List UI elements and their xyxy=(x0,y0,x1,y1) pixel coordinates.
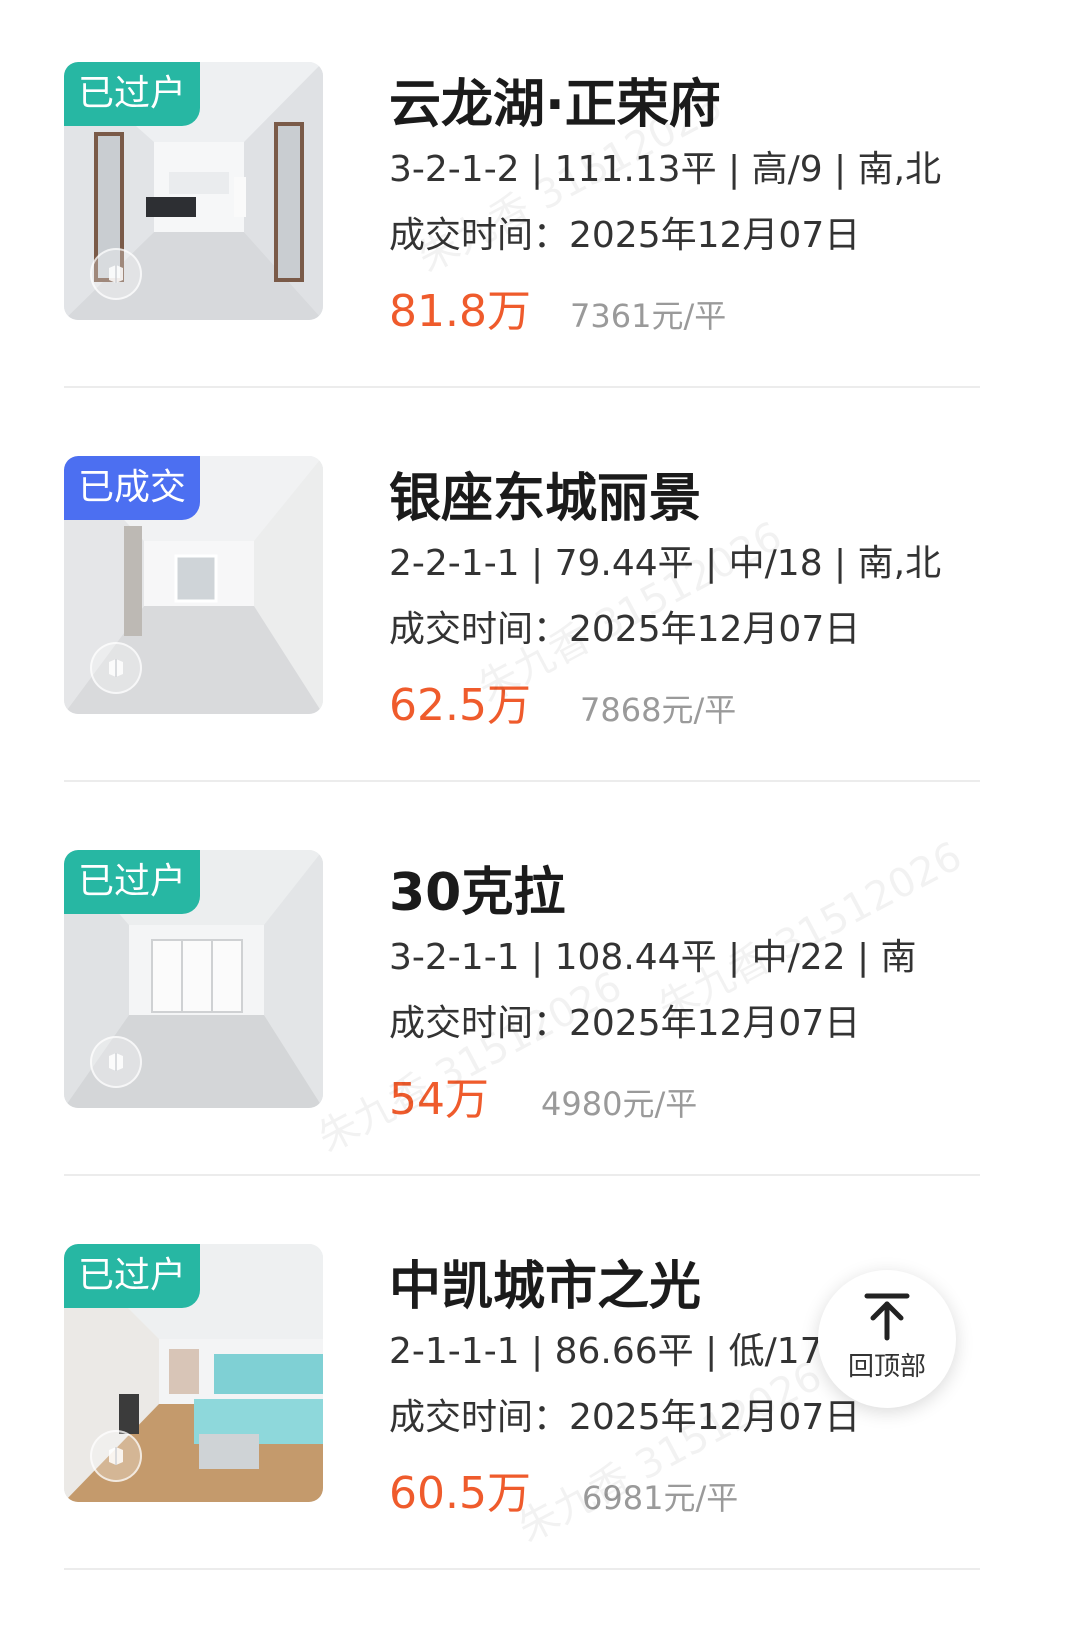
unit-price: 7868元/平 xyxy=(580,691,737,729)
listing-card[interactable]: 已成交 银座东城丽景 2-2-1-1 | 79.44平 | 中/18 | 南,北… xyxy=(0,394,1032,788)
deal-time: 成交时间：2025年12月07日 xyxy=(389,609,861,650)
total-price: 81.8万 xyxy=(389,286,531,337)
divider xyxy=(64,1568,980,1570)
divider xyxy=(64,780,980,782)
listing-title: 中凯城市之光 xyxy=(389,1257,702,1317)
vr-tour-button[interactable] xyxy=(90,248,142,300)
listing-card[interactable]: 已过户 30克拉 3-2-1-1 | 108.44平 | 中/22 | 南 成交… xyxy=(0,788,1032,1182)
vr-icon xyxy=(109,659,123,677)
vr-tour-button[interactable] xyxy=(90,1430,142,1482)
vr-tour-button[interactable] xyxy=(90,1036,142,1088)
deal-time: 成交时间：2025年12月07日 xyxy=(389,1397,861,1438)
status-badge: 已成交 xyxy=(64,456,201,520)
unit-price: 4980元/平 xyxy=(541,1085,698,1123)
vr-icon xyxy=(109,1053,123,1071)
status-badge: 已过户 xyxy=(64,850,201,914)
unit-price: 7361元/平 xyxy=(570,297,727,335)
listing-title: 云龙湖·正荣府 xyxy=(389,75,721,135)
listing-card[interactable]: 已过户 云龙湖·正荣府 3-2-1-2 | 111.13平 | 高/9 | 南,… xyxy=(0,0,1032,394)
vr-icon xyxy=(109,265,123,283)
listing-photo[interactable]: 已过户 xyxy=(64,62,323,320)
listing-photo[interactable]: 已成交 xyxy=(64,456,323,714)
vr-tour-button[interactable] xyxy=(90,642,142,694)
unit-price: 6981元/平 xyxy=(582,1479,739,1517)
listing-specs: 2-2-1-1 | 79.44平 | 中/18 | 南,北 xyxy=(389,543,942,584)
listing-specs: 3-2-1-1 | 108.44平 | 中/22 | 南 xyxy=(389,937,917,978)
arrow-up-icon xyxy=(864,1293,910,1341)
total-price: 54万 xyxy=(389,1074,489,1125)
listing-title: 银座东城丽景 xyxy=(389,469,702,529)
total-price: 60.5万 xyxy=(389,1468,531,1519)
listing-title: 30克拉 xyxy=(389,863,566,923)
back-to-top-label: 回顶部 xyxy=(847,1352,926,1382)
status-badge: 已过户 xyxy=(64,1244,201,1308)
total-price: 62.5万 xyxy=(389,680,531,731)
listing-photo[interactable]: 已过户 xyxy=(64,1244,323,1502)
deal-time: 成交时间：2025年12月07日 xyxy=(389,1003,861,1044)
status-badge: 已过户 xyxy=(64,62,201,126)
listing-photo[interactable]: 已过户 xyxy=(64,850,323,1108)
divider xyxy=(64,386,980,388)
listing-specs: 3-2-1-2 | 111.13平 | 高/9 | 南,北 xyxy=(389,149,942,190)
listing-specs: 2-1-1-1 | 86.66平 | 低/17 | xyxy=(389,1331,847,1372)
back-to-top-button[interactable]: 回顶部 xyxy=(818,1270,956,1408)
divider xyxy=(64,1174,980,1176)
deal-time: 成交时间：2025年12月07日 xyxy=(389,215,861,256)
vr-icon xyxy=(109,1447,123,1465)
